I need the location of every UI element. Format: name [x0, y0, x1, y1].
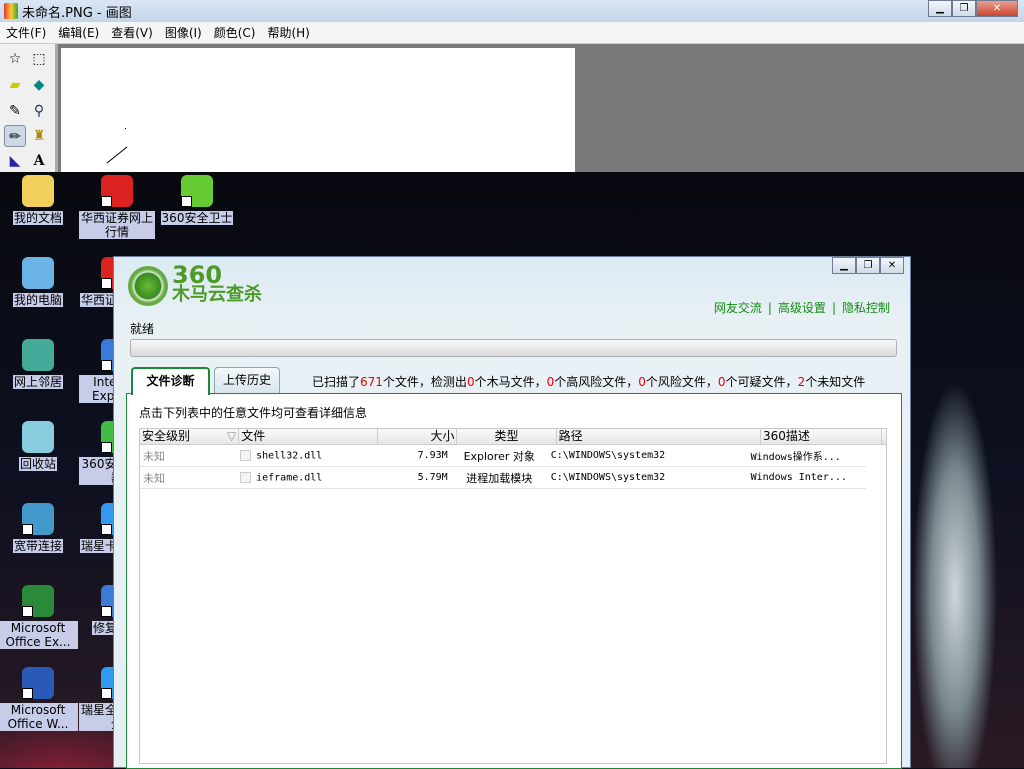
desktop-icon[interactable]: Microsoft Office Ex...: [0, 585, 78, 649]
header-links: 网友交流 | 高级设置 | 隐私控制: [713, 301, 890, 315]
col-size[interactable]: 大小: [378, 429, 458, 444]
desktop-icon[interactable]: Microsoft Office W...: [0, 667, 78, 731]
desktop-icon[interactable]: 360安全卫士: [157, 175, 237, 225]
eraser-icon[interactable]: ▰: [4, 74, 26, 96]
cell-description: Windows操作系...: [750, 452, 841, 463]
desktop-icon-label: 宽带连接: [12, 539, 63, 553]
logo-text-bottom: 木马云查杀: [172, 284, 262, 305]
link-community[interactable]: 网友交流: [714, 301, 762, 315]
cell-file: ieframe.dll: [237, 471, 373, 483]
tab-upload-history[interactable]: 上传历史: [214, 367, 280, 393]
logo-text-top: 360: [172, 261, 223, 289]
excel-icon: [22, 585, 54, 617]
desktop-icon[interactable]: 宽带连接: [0, 503, 78, 553]
airbrush-icon[interactable]: ◣: [4, 150, 26, 172]
magnifier-icon[interactable]: ⚲: [28, 100, 50, 122]
minimize-button[interactable]: ▁: [832, 257, 856, 274]
file-icon: [240, 449, 252, 461]
cell-size: 5.79M: [417, 472, 448, 483]
desktop-icon-label: 回收站: [18, 457, 57, 471]
file-icon: [240, 471, 252, 483]
desktop-icon[interactable]: 我的电脑: [0, 257, 78, 307]
computer-icon: [22, 257, 54, 289]
cell-type: 进程加载模块: [466, 471, 533, 485]
menu-colors[interactable]: 颜色(C): [214, 24, 256, 41]
toolbox: ☆ ⬚ ▰ ◆ ✎ ⚲ ✏ ♜ ◣ A: [0, 44, 58, 172]
desktop-icon-label: 华西证券网上行情: [79, 211, 155, 239]
cell-path: C:\WINDOWS\system32: [550, 472, 666, 483]
cell-size: 7.93M: [417, 450, 448, 461]
trojan-scanner-window: ▁ ❐ ✕ 360 木马云查杀 网友交流 | 高级设置 | 隐私控制 就绪 文件诊断 上传…: [113, 256, 911, 769]
desktop-icon-label: 360安全卫士: [160, 211, 234, 225]
progress-bar: [130, 339, 897, 357]
logo-magnifier-icon: [128, 265, 168, 306]
fill-icon[interactable]: ◆: [28, 74, 50, 96]
drawing-canvas[interactable]: [61, 48, 575, 172]
paint-menu-bar: 文件(F) 编辑(E) 查看(V) 图像(I) 颜色(C) 帮助(H): [0, 22, 1024, 44]
desktop-icon[interactable]: 回收站: [0, 421, 78, 471]
desktop-icon-label: 我的电脑: [12, 293, 63, 307]
paint-window: 未命名.PNG - 画图 ▁ ❐ ✕ 文件(F) 编辑(E) 查看(V) 图像(…: [0, 0, 1024, 172]
pencil-icon[interactable]: ✏: [4, 125, 26, 147]
cell-file: shell32.dll: [237, 449, 373, 461]
folder-icon: [22, 175, 54, 207]
maximize-button[interactable]: ❐: [856, 257, 880, 274]
brush-icon[interactable]: ♜: [28, 125, 50, 147]
list-header: 安全级别 ▽ 文件 大小 类型 路径 360描述: [140, 429, 886, 445]
col-file[interactable]: 文件: [239, 429, 379, 444]
word-icon: [22, 667, 54, 699]
col-description[interactable]: 360描述: [761, 429, 882, 444]
table-row[interactable]: 未知 ieframe.dll 5.79M 进程加载模块 C:\WINDOWS\s…: [140, 467, 866, 489]
menu-image[interactable]: 图像(I): [165, 24, 202, 41]
color-picker-icon[interactable]: ✎: [4, 100, 26, 122]
desktop-icon-label: 网上邻居: [12, 375, 63, 389]
hint-text: 点击下列表中的任意文件均可查看详细信息: [139, 406, 368, 420]
close-button[interactable]: ✕: [976, 0, 1018, 17]
desktop-icon[interactable]: 我的文档: [0, 175, 78, 225]
rect-select-icon[interactable]: ⬚: [28, 48, 50, 70]
table-row[interactable]: 未知 shell32.dll 7.93M Explorer 对象 C:\WIND…: [140, 445, 866, 467]
diagnosis-panel: 点击下列表中的任意文件均可查看详细信息 安全级别 ▽ 文件 大小 类型 路径 36…: [126, 393, 902, 769]
desktop-icon[interactable]: 网上邻居: [0, 339, 78, 389]
link-privacy-control[interactable]: 隐私控制: [842, 301, 890, 315]
col-security-level[interactable]: 安全级别 ▽: [140, 429, 240, 444]
menu-view[interactable]: 查看(V): [111, 24, 153, 41]
col-path[interactable]: 路径: [557, 429, 761, 444]
text-icon[interactable]: A: [28, 150, 50, 172]
network-icon: [22, 339, 54, 371]
menu-help[interactable]: 帮助(H): [267, 24, 309, 41]
broadband-icon: [22, 503, 54, 535]
col-type[interactable]: 类型: [457, 429, 557, 444]
app-logo: 360 木马云查杀: [128, 261, 262, 306]
paint-title-bar: 未命名.PNG - 画图 ▁ ❐ ✕: [0, 0, 1024, 22]
desktop-icon-label: Microsoft Office W...: [0, 703, 78, 731]
cell-type: Explorer 对象: [463, 449, 535, 463]
minimize-button[interactable]: ▁: [928, 0, 952, 17]
scan-summary: 已扫描了671个文件，检测出0个木马文件，0个高风险文件，0个风险文件，0个可疑…: [312, 375, 866, 389]
menu-edit[interactable]: 编辑(E): [58, 24, 99, 41]
desktop-icon-label: 我的文档: [12, 211, 63, 225]
paint-title: 未命名.PNG - 画图: [22, 5, 132, 21]
desktop-icon[interactable]: 华西证券网上行情: [77, 175, 157, 239]
file-list: 安全级别 ▽ 文件 大小 类型 路径 360描述 未知 shell32.dll 7…: [139, 428, 887, 764]
maximize-button[interactable]: ❐: [952, 0, 976, 17]
shield-icon: [181, 175, 213, 207]
cell-level: 未知: [143, 471, 165, 485]
desktop-icon-label: Microsoft Office Ex...: [0, 621, 78, 649]
link-advanced-settings[interactable]: 高级设置: [778, 301, 826, 315]
status-text: 就绪: [130, 322, 155, 336]
paint-app-icon: [4, 3, 18, 19]
huaxi-icon: [101, 175, 133, 207]
free-select-icon[interactable]: ☆: [4, 48, 26, 70]
cell-description: Windows Inter...: [750, 472, 847, 483]
tab-file-diagnosis[interactable]: 文件诊断: [131, 367, 210, 395]
close-button[interactable]: ✕: [880, 257, 904, 274]
menu-file[interactable]: 文件(F): [6, 24, 46, 41]
cell-path: C:\WINDOWS\system32: [550, 450, 666, 461]
recycle-icon: [22, 421, 54, 453]
cell-level: 未知: [143, 449, 165, 463]
